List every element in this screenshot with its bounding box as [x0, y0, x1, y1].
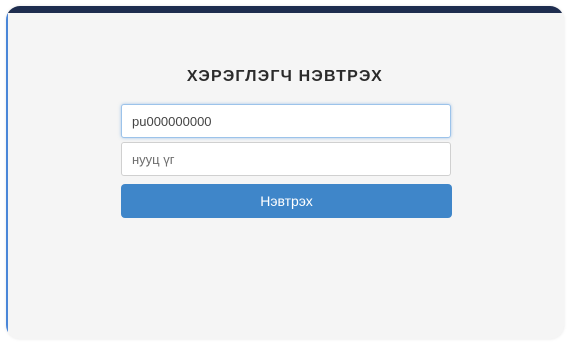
left-accent-border [6, 6, 8, 339]
login-title: ХЭРЭГЛЭГЧ НЭВТРЭХ [186, 68, 384, 85]
username-input[interactable] [121, 104, 451, 138]
login-button[interactable]: Нэвтрэх [121, 184, 452, 218]
password-input[interactable] [121, 142, 451, 176]
header-bar [6, 6, 564, 13]
login-card: ХЭРЭГЛЭГЧ НЭВТРЭХ Нэвтрэх [6, 6, 564, 339]
